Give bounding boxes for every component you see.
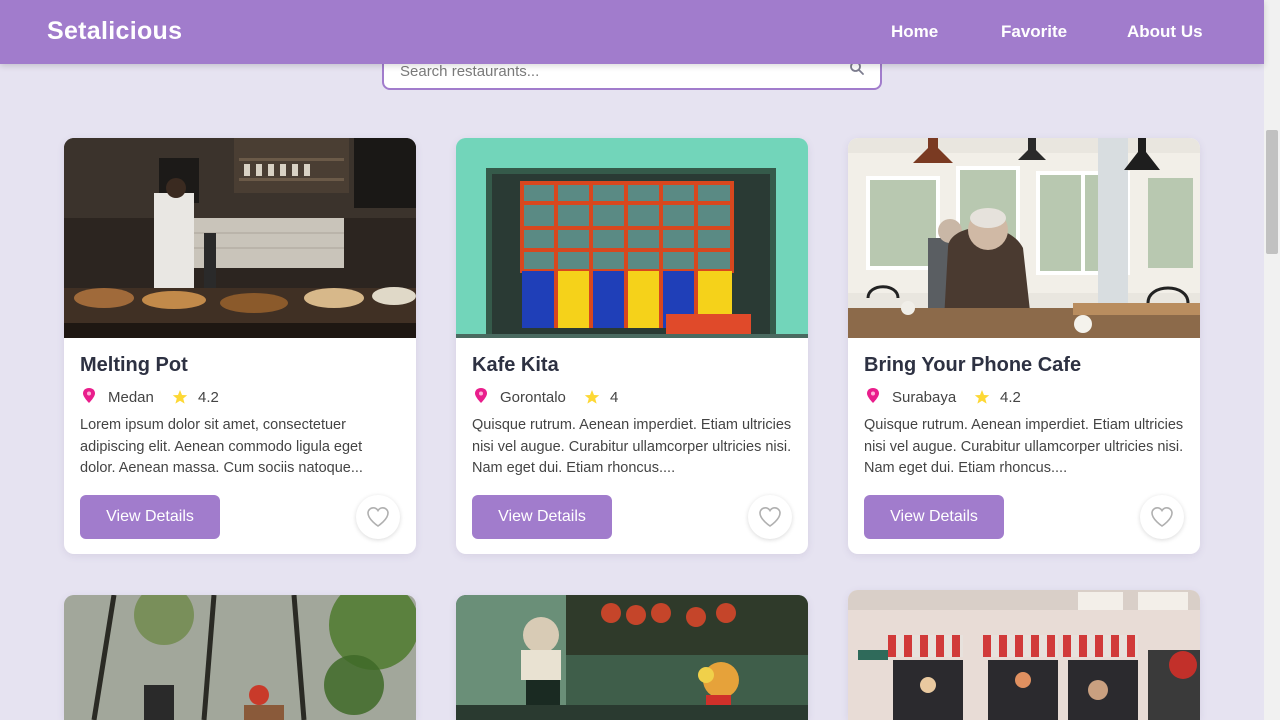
restaurant-card: Bring Your Phone Cafe Surabaya 4.2 Quisq…	[848, 138, 1200, 554]
restaurant-meta: Medan 4.2	[80, 388, 400, 406]
restaurant-city: Medan	[108, 389, 154, 406]
view-details-button[interactable]: View Details	[80, 495, 220, 539]
favorite-button[interactable]	[356, 495, 400, 539]
heart-icon	[759, 506, 781, 527]
restaurant-card: Kafe Kita Gorontalo 4 Quisque rutrum. Ae…	[456, 138, 808, 554]
restaurant-description: Quisque rutrum. Aenean imperdiet. Etiam …	[864, 417, 1184, 476]
restaurant-card	[848, 590, 1200, 720]
navbar: Setalicious Home Favorite About Us	[0, 0, 1264, 64]
star-icon	[172, 390, 188, 404]
favorite-button[interactable]	[1140, 495, 1184, 539]
restaurant-description: Lorem ipsum dolor sit amet, consectetuer…	[80, 417, 363, 476]
restaurant-description: Quisque rutrum. Aenean imperdiet. Etiam …	[472, 417, 792, 476]
location-pin-icon	[83, 388, 95, 403]
restaurant-card: Melting Pot Medan 4.2 Lorem ipsum dolor …	[64, 138, 416, 554]
restaurant-image	[848, 138, 1200, 338]
location-pin-icon	[475, 388, 487, 403]
restaurant-name: Kafe Kita	[472, 354, 559, 376]
restaurant-city: Gorontalo	[500, 389, 566, 406]
restaurant-image	[64, 138, 416, 338]
restaurant-city: Surabaya	[892, 389, 957, 406]
restaurant-rating: 4.2	[198, 389, 219, 406]
restaurant-name: Bring Your Phone Cafe	[864, 354, 1082, 376]
scrollbar-thumb[interactable]	[1266, 130, 1278, 254]
restaurant-name: Melting Pot	[80, 354, 188, 376]
restaurant-rating: 4.2	[1000, 389, 1021, 406]
location-pin-icon	[867, 388, 879, 403]
heart-icon	[1151, 506, 1173, 527]
page-scrollbar[interactable]	[1264, 0, 1280, 720]
brand-logo[interactable]: Setalicious	[47, 17, 182, 46]
star-icon	[584, 390, 600, 404]
heart-icon	[367, 506, 389, 527]
nav-favorite-link[interactable]: Favorite	[1001, 22, 1067, 42]
restaurant-meta: Gorontalo 4	[472, 388, 792, 406]
restaurant-image	[64, 595, 416, 720]
view-details-button[interactable]: View Details	[864, 495, 1004, 539]
restaurant-card	[456, 595, 808, 720]
restaurant-image	[456, 138, 808, 338]
restaurant-rating: 4	[610, 389, 619, 406]
nav-home-link[interactable]: Home	[891, 22, 938, 42]
star-icon	[974, 390, 990, 404]
restaurant-meta: Surabaya 4.2	[864, 388, 1184, 406]
restaurant-card	[64, 595, 416, 720]
restaurant-image	[848, 590, 1200, 720]
nav-about-link[interactable]: About Us	[1127, 22, 1203, 42]
view-details-button[interactable]: View Details	[472, 495, 612, 539]
favorite-button[interactable]	[748, 495, 792, 539]
restaurant-image	[456, 595, 808, 720]
